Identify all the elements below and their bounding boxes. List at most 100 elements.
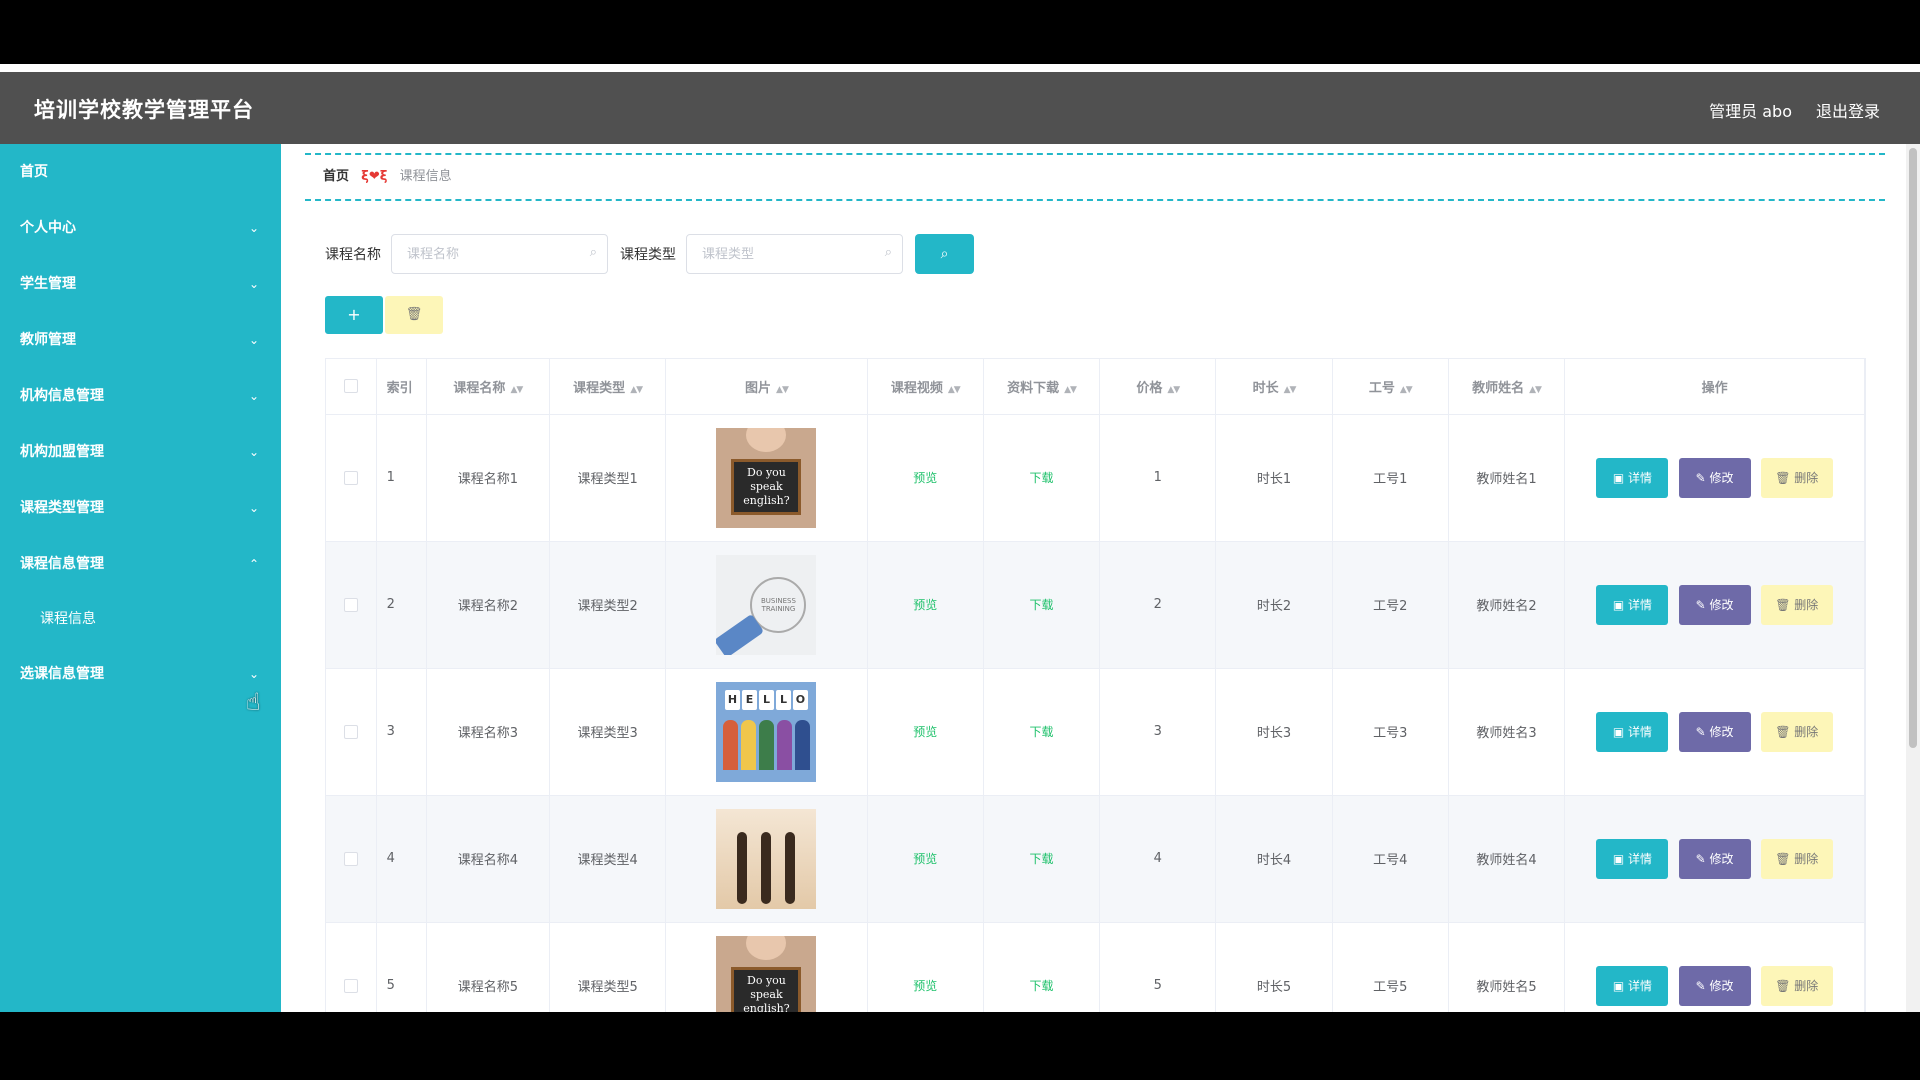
- cell-staff-no: 工号3: [1332, 668, 1449, 796]
- course-name-input[interactable]: [392, 235, 572, 273]
- trash-icon: 🗑: [1775, 724, 1791, 739]
- table-header-row: 索引 课程名称 ▲▼ 课程类型 ▲▼ 图片 ▲▼ 课程视频 ▲▼ 资料下载 ▲▼ 价格 ▲▼…: [326, 359, 1865, 415]
- cell-video: 预览: [867, 795, 984, 923]
- sidebar-item-student-management[interactable]: 学生管理 ⌄: [0, 256, 281, 312]
- sidebar-subitem-course-info[interactable]: 课程信息: [0, 592, 281, 646]
- sidebar-item-institution-info[interactable]: 机构信息管理 ⌄: [0, 368, 281, 424]
- logout-button[interactable]: 退出登录: [1816, 98, 1880, 122]
- page-scrollbar[interactable]: [1906, 144, 1920, 1012]
- delete-button[interactable]: 🗑 删除: [1760, 965, 1833, 1006]
- search-button[interactable]: ⌕: [915, 234, 974, 274]
- edit-button[interactable]: ✎ 修改: [1678, 584, 1751, 625]
- cell-course-type: 课程类型1: [549, 414, 667, 542]
- download-link[interactable]: 下载: [1030, 598, 1054, 612]
- row-checkbox[interactable]: [326, 795, 377, 923]
- cell-course-name: 课程名称3: [426, 668, 550, 796]
- cell-download: 下载: [983, 414, 1101, 542]
- sidebar-item-institution-franchise[interactable]: 机构加盟管理 ⌄: [0, 424, 281, 480]
- preview-link[interactable]: 预览: [913, 471, 937, 485]
- detail-button[interactable]: ▣ 详情: [1596, 584, 1669, 625]
- hello-letters: HELLO: [724, 689, 808, 710]
- edit-icon: ✎: [1695, 724, 1706, 739]
- download-link[interactable]: 下载: [1030, 725, 1054, 739]
- header-teacher[interactable]: 教师姓名 ▲▼: [1448, 359, 1566, 415]
- course-image[interactable]: Do you speak english?: [716, 935, 817, 1012]
- course-name-label: 课程名称: [325, 247, 381, 263]
- cell-price: 1: [1099, 414, 1217, 542]
- header-image[interactable]: 图片 ▲▼: [665, 359, 868, 415]
- header-price[interactable]: 价格 ▲▼: [1099, 359, 1217, 415]
- header-duration[interactable]: 时长 ▲▼: [1215, 359, 1333, 415]
- sidebar-item-course-selection[interactable]: 选课信息管理 ⌄: [0, 646, 281, 702]
- header-video[interactable]: 课程视频 ▲▼: [867, 359, 984, 415]
- chevron-down-icon: ⌄: [248, 445, 259, 459]
- edit-button[interactable]: ✎ 修改: [1678, 838, 1751, 879]
- detail-button[interactable]: ▣ 详情: [1596, 838, 1669, 879]
- course-image[interactable]: HELLO: [716, 681, 817, 782]
- preview-link[interactable]: 预览: [913, 725, 937, 739]
- sidebar-item-personal-center[interactable]: 个人中心 ⌄: [0, 200, 281, 256]
- preview-link[interactable]: 预览: [913, 852, 937, 866]
- course-image[interactable]: Do you speak english?: [716, 427, 817, 528]
- cell-download: 下载: [983, 541, 1101, 669]
- cell-course-type: 课程类型4: [549, 795, 667, 923]
- header-actions: 操作: [1564, 359, 1865, 415]
- sidebar-item-home[interactable]: 首页: [0, 144, 281, 200]
- hand-cursor-icon: ☝: [246, 688, 261, 716]
- header-download[interactable]: 资料下载 ▲▼: [983, 359, 1101, 415]
- cell-price: 4: [1099, 795, 1217, 923]
- add-button[interactable]: +: [325, 296, 383, 334]
- row-checkbox[interactable]: [326, 414, 377, 542]
- course-image[interactable]: [716, 808, 817, 909]
- header-staff-no[interactable]: 工号 ▲▼: [1332, 359, 1449, 415]
- delete-button[interactable]: 🗑 删除: [1760, 584, 1833, 625]
- delete-button[interactable]: 🗑 删除: [1760, 838, 1833, 879]
- detail-button[interactable]: ▣ 详情: [1596, 457, 1669, 498]
- delete-button[interactable]: 🗑 删除: [1760, 711, 1833, 752]
- select-all-checkbox[interactable]: [326, 359, 377, 415]
- search-icon: ⌕: [589, 245, 597, 260]
- sort-icon: ▲▼: [1529, 384, 1542, 395]
- sidebar-item-label: 选课信息管理: [20, 666, 104, 682]
- cell-duration: 时长2: [1215, 541, 1333, 669]
- cell-actions: ▣ 详情 ✎ 修改 🗑 删除: [1564, 414, 1865, 542]
- edit-button[interactable]: ✎ 修改: [1678, 457, 1751, 498]
- row-checkbox[interactable]: [326, 668, 377, 796]
- sidebar-item-label: 课程类型管理: [20, 500, 104, 516]
- header-course-name[interactable]: 课程名称 ▲▼: [426, 359, 550, 415]
- detail-icon: ▣: [1612, 851, 1625, 866]
- sidebar-item-course-info[interactable]: 课程信息管理 ⌃: [0, 536, 281, 592]
- cell-video: 预览: [867, 922, 984, 1012]
- course-type-input[interactable]: [687, 235, 867, 273]
- preview-link[interactable]: 预览: [913, 979, 937, 993]
- breadcrumb-separator-icon: ξ❤ξ: [361, 169, 388, 184]
- sort-icon: ▲▼: [1064, 384, 1077, 395]
- delete-button[interactable]: 🗑 删除: [1760, 457, 1833, 498]
- cell-duration: 时长1: [1215, 414, 1333, 542]
- user-label[interactable]: 管理员 abo: [1709, 98, 1792, 122]
- edit-button[interactable]: ✎ 修改: [1678, 965, 1751, 1006]
- sidebar-item-teacher-management[interactable]: 教师管理 ⌄: [0, 312, 281, 368]
- row-checkbox[interactable]: [326, 922, 377, 1012]
- sidebar-item-course-type[interactable]: 课程类型管理 ⌄: [0, 480, 281, 536]
- edit-button[interactable]: ✎ 修改: [1678, 711, 1751, 752]
- sidebar-item-label: 学生管理: [20, 276, 76, 292]
- course-table: 索引 课程名称 ▲▼ 课程类型 ▲▼ 图片 ▲▼ 课程视频 ▲▼ 资料下载 ▲▼ 价格 ▲▼…: [325, 358, 1866, 1012]
- batch-delete-button[interactable]: 🗑: [385, 296, 443, 334]
- download-link[interactable]: 下载: [1030, 471, 1054, 485]
- cell-teacher: 教师姓名2: [1448, 541, 1566, 669]
- course-image[interactable]: BUSINESS TRAINING: [716, 554, 817, 655]
- header-course-type[interactable]: 课程类型 ▲▼: [549, 359, 667, 415]
- breadcrumb-home[interactable]: 首页: [323, 169, 349, 184]
- sort-icon: ▲▼: [1283, 384, 1297, 395]
- row-checkbox[interactable]: [326, 541, 377, 669]
- top-black-bar: [0, 0, 1920, 64]
- cell-teacher: 教师姓名5: [1448, 922, 1566, 1012]
- scrollbar-thumb[interactable]: [1909, 148, 1917, 748]
- detail-button[interactable]: ▣ 详情: [1596, 711, 1669, 752]
- detail-button[interactable]: ▣ 详情: [1596, 965, 1669, 1006]
- download-link[interactable]: 下载: [1030, 979, 1054, 993]
- download-link[interactable]: 下载: [1030, 852, 1054, 866]
- preview-link[interactable]: 预览: [913, 598, 937, 612]
- cell-actions: ▣ 详情 ✎ 修改 🗑 删除: [1564, 795, 1865, 923]
